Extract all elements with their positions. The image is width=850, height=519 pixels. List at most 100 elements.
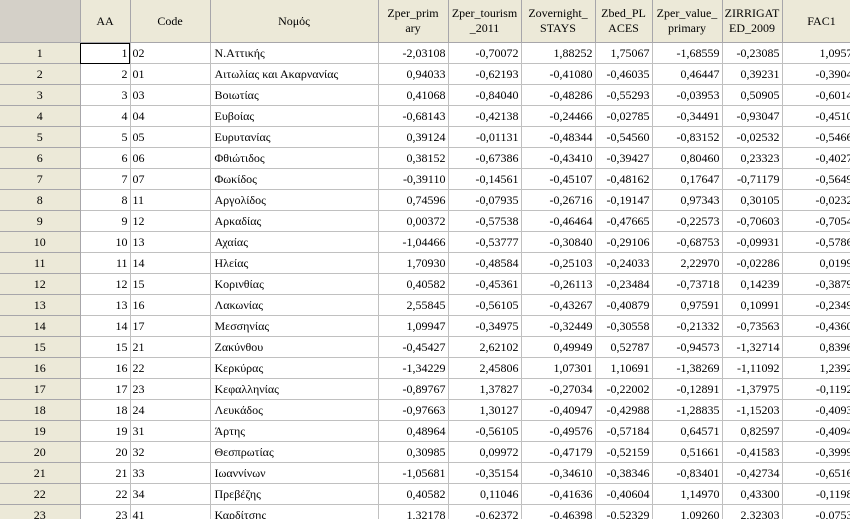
- cell-value[interactable]: -0,29106: [595, 231, 653, 253]
- cell-value[interactable]: -0,84040: [448, 84, 522, 106]
- cell-nomos[interactable]: Βοιωτίας: [210, 84, 379, 106]
- cell-value[interactable]: -0,01131: [448, 126, 522, 148]
- cell-aa[interactable]: 1: [80, 42, 131, 64]
- table-row[interactable]: 23 23 41 Καρδίτσης 1,32178 -0,62372 -0,46398 -0…: [0, 504, 850, 519]
- cell-value[interactable]: -0,30558: [595, 315, 653, 337]
- cell-aa[interactable]: 3: [80, 84, 131, 106]
- data-grid[interactable]: AA Code Νομός Zper_prim ary Zper_tourism _2011…: [0, 0, 850, 519]
- cell-code[interactable]: 23: [130, 378, 211, 400]
- cell-value[interactable]: -0,48584: [448, 252, 522, 274]
- row-header[interactable]: 18: [0, 399, 81, 421]
- cell-nomos[interactable]: Ευβοίας: [210, 105, 379, 127]
- column-header-aa[interactable]: AA: [80, 0, 131, 43]
- row-header[interactable]: 7: [0, 168, 81, 190]
- table-row[interactable]: 18 18 24 Λευκάδος -0,97663 1,30127 -0,40947 -0,…: [0, 399, 850, 421]
- cell-value[interactable]: -0,56494: [782, 168, 850, 190]
- cell-value[interactable]: 0,97343: [652, 189, 723, 211]
- cell-aa[interactable]: 5: [80, 126, 131, 148]
- cell-value[interactable]: -0,43410: [521, 147, 596, 169]
- cell-value[interactable]: -0,73563: [722, 315, 783, 337]
- cell-value[interactable]: -0,57184: [595, 420, 653, 442]
- cell-value[interactable]: -1,05681: [378, 462, 449, 484]
- cell-value[interactable]: -0,62372: [448, 504, 522, 519]
- cell-aa[interactable]: 9: [80, 210, 131, 232]
- cell-aa[interactable]: 7: [80, 168, 131, 190]
- cell-value[interactable]: -0,34610: [521, 462, 596, 484]
- cell-code[interactable]: 12: [130, 210, 211, 232]
- cell-value[interactable]: -0,48344: [521, 126, 596, 148]
- table-row[interactable]: 21 21 33 Ιωαννίνων -1,05681 -0,35154 -0,34610-…: [0, 462, 850, 484]
- row-header[interactable]: 21: [0, 462, 81, 484]
- cell-value[interactable]: 1,23928: [782, 357, 850, 379]
- cell-value[interactable]: -1,34229: [378, 357, 449, 379]
- column-header-code[interactable]: Code: [130, 0, 211, 43]
- cell-value[interactable]: -2,03108: [378, 42, 449, 64]
- row-header[interactable]: 4: [0, 105, 81, 127]
- cell-nomos[interactable]: Ν.Αττικής: [210, 42, 379, 64]
- cell-value[interactable]: -0,02286: [722, 252, 783, 274]
- column-header-zper-value-primary[interactable]: Zper_value_ primary: [652, 0, 723, 43]
- cell-value[interactable]: -0,11920: [782, 378, 850, 400]
- row-header[interactable]: 14: [0, 315, 81, 337]
- cell-value[interactable]: 0,39231: [722, 63, 783, 85]
- row-header[interactable]: 10: [0, 231, 81, 253]
- cell-value[interactable]: 0,97591: [652, 294, 723, 316]
- table-row[interactable]: 20 20 32 Θεσπρωτίας 0,30985 0,09972 -0,47179 -0…: [0, 441, 850, 463]
- cell-value[interactable]: -0,43267: [521, 294, 596, 316]
- cell-code[interactable]: 41: [130, 504, 211, 519]
- cell-value[interactable]: -0,70072: [448, 42, 522, 64]
- table-row[interactable]: 13 13 16 Λακωνίας 2,55845 -0,56105 -0,43267 -0,…: [0, 294, 850, 316]
- cell-value[interactable]: -0,53777: [448, 231, 522, 253]
- cell-aa[interactable]: 23: [80, 504, 131, 519]
- cell-value[interactable]: -0,93047: [722, 105, 783, 127]
- table-row[interactable]: 12 12 15 Κορινθίας 0,40582 -0,45361 -0,26113 -0…: [0, 273, 850, 295]
- cell-value[interactable]: 0,30105: [722, 189, 783, 211]
- cell-value[interactable]: -0,65160: [782, 462, 850, 484]
- cell-code[interactable]: 11: [130, 189, 211, 211]
- cell-value[interactable]: -0,14561: [448, 168, 522, 190]
- table-row[interactable]: 10 10 13 Αχαίας -1,04466 -0,53777 -0,30840 -0,2…: [0, 231, 850, 253]
- cell-value[interactable]: -0,39427: [595, 147, 653, 169]
- row-header[interactable]: 15: [0, 336, 81, 358]
- cell-value[interactable]: 0,01999: [782, 252, 850, 274]
- cell-value[interactable]: -0,41080: [521, 63, 596, 85]
- cell-value[interactable]: 0,14239: [722, 273, 783, 295]
- table-row[interactable]: 11 11 14 Ηλείας 1,70930 -0,48584 -0,25103 -0,24…: [0, 252, 850, 274]
- cell-value[interactable]: 1,32178: [378, 504, 449, 519]
- cell-aa[interactable]: 18: [80, 399, 131, 421]
- cell-value[interactable]: 0,30985: [378, 441, 449, 463]
- cell-value[interactable]: -0,38792: [782, 273, 850, 295]
- row-header[interactable]: 9: [0, 210, 81, 232]
- cell-value[interactable]: 0,11046: [448, 483, 522, 505]
- cell-value[interactable]: -0,49576: [521, 420, 596, 442]
- row-header[interactable]: 16: [0, 357, 81, 379]
- column-header-fac1[interactable]: FAC1: [782, 0, 850, 43]
- cell-value[interactable]: 0,51661: [652, 441, 723, 463]
- cell-value[interactable]: -1,32714: [722, 336, 783, 358]
- cell-value[interactable]: 1,75067: [595, 42, 653, 64]
- cell-value[interactable]: -0,02785: [595, 105, 653, 127]
- cell-value[interactable]: -0,54560: [595, 126, 653, 148]
- cell-value[interactable]: -0,48286: [521, 84, 596, 106]
- cell-nomos[interactable]: Ζακύνθου: [210, 336, 379, 358]
- table-row[interactable]: 22 22 34 Πρεβέζης 0,40582 0,11046 -0,41636 -0,4…: [0, 483, 850, 505]
- cell-value[interactable]: -0,56105: [448, 420, 522, 442]
- cell-code[interactable]: 33: [130, 462, 211, 484]
- cell-value[interactable]: -1,15203: [722, 399, 783, 421]
- cell-value[interactable]: -0,71179: [722, 168, 783, 190]
- cell-value[interactable]: -0,42734: [722, 462, 783, 484]
- cell-value[interactable]: -0,68143: [378, 105, 449, 127]
- cell-value[interactable]: -0,34975: [448, 315, 522, 337]
- cell-value[interactable]: -0,03953: [652, 84, 723, 106]
- cell-code[interactable]: 32: [130, 441, 211, 463]
- cell-value[interactable]: -0,24033: [595, 252, 653, 274]
- cell-value[interactable]: -0,70540: [782, 210, 850, 232]
- cell-value[interactable]: -1,11092: [722, 357, 783, 379]
- cell-value[interactable]: -0,54668: [782, 126, 850, 148]
- cell-value[interactable]: -0,22573: [652, 210, 723, 232]
- cell-value[interactable]: 2,62102: [448, 336, 522, 358]
- cell-nomos[interactable]: Αργολίδος: [210, 189, 379, 211]
- table-row[interactable]: 19 19 31 Άρτης 0,48964 -0,56105 -0,49576 -0,571…: [0, 420, 850, 442]
- cell-aa[interactable]: 4: [80, 105, 131, 127]
- cell-nomos[interactable]: Αιτωλίας και Ακαρνανίας: [210, 63, 379, 85]
